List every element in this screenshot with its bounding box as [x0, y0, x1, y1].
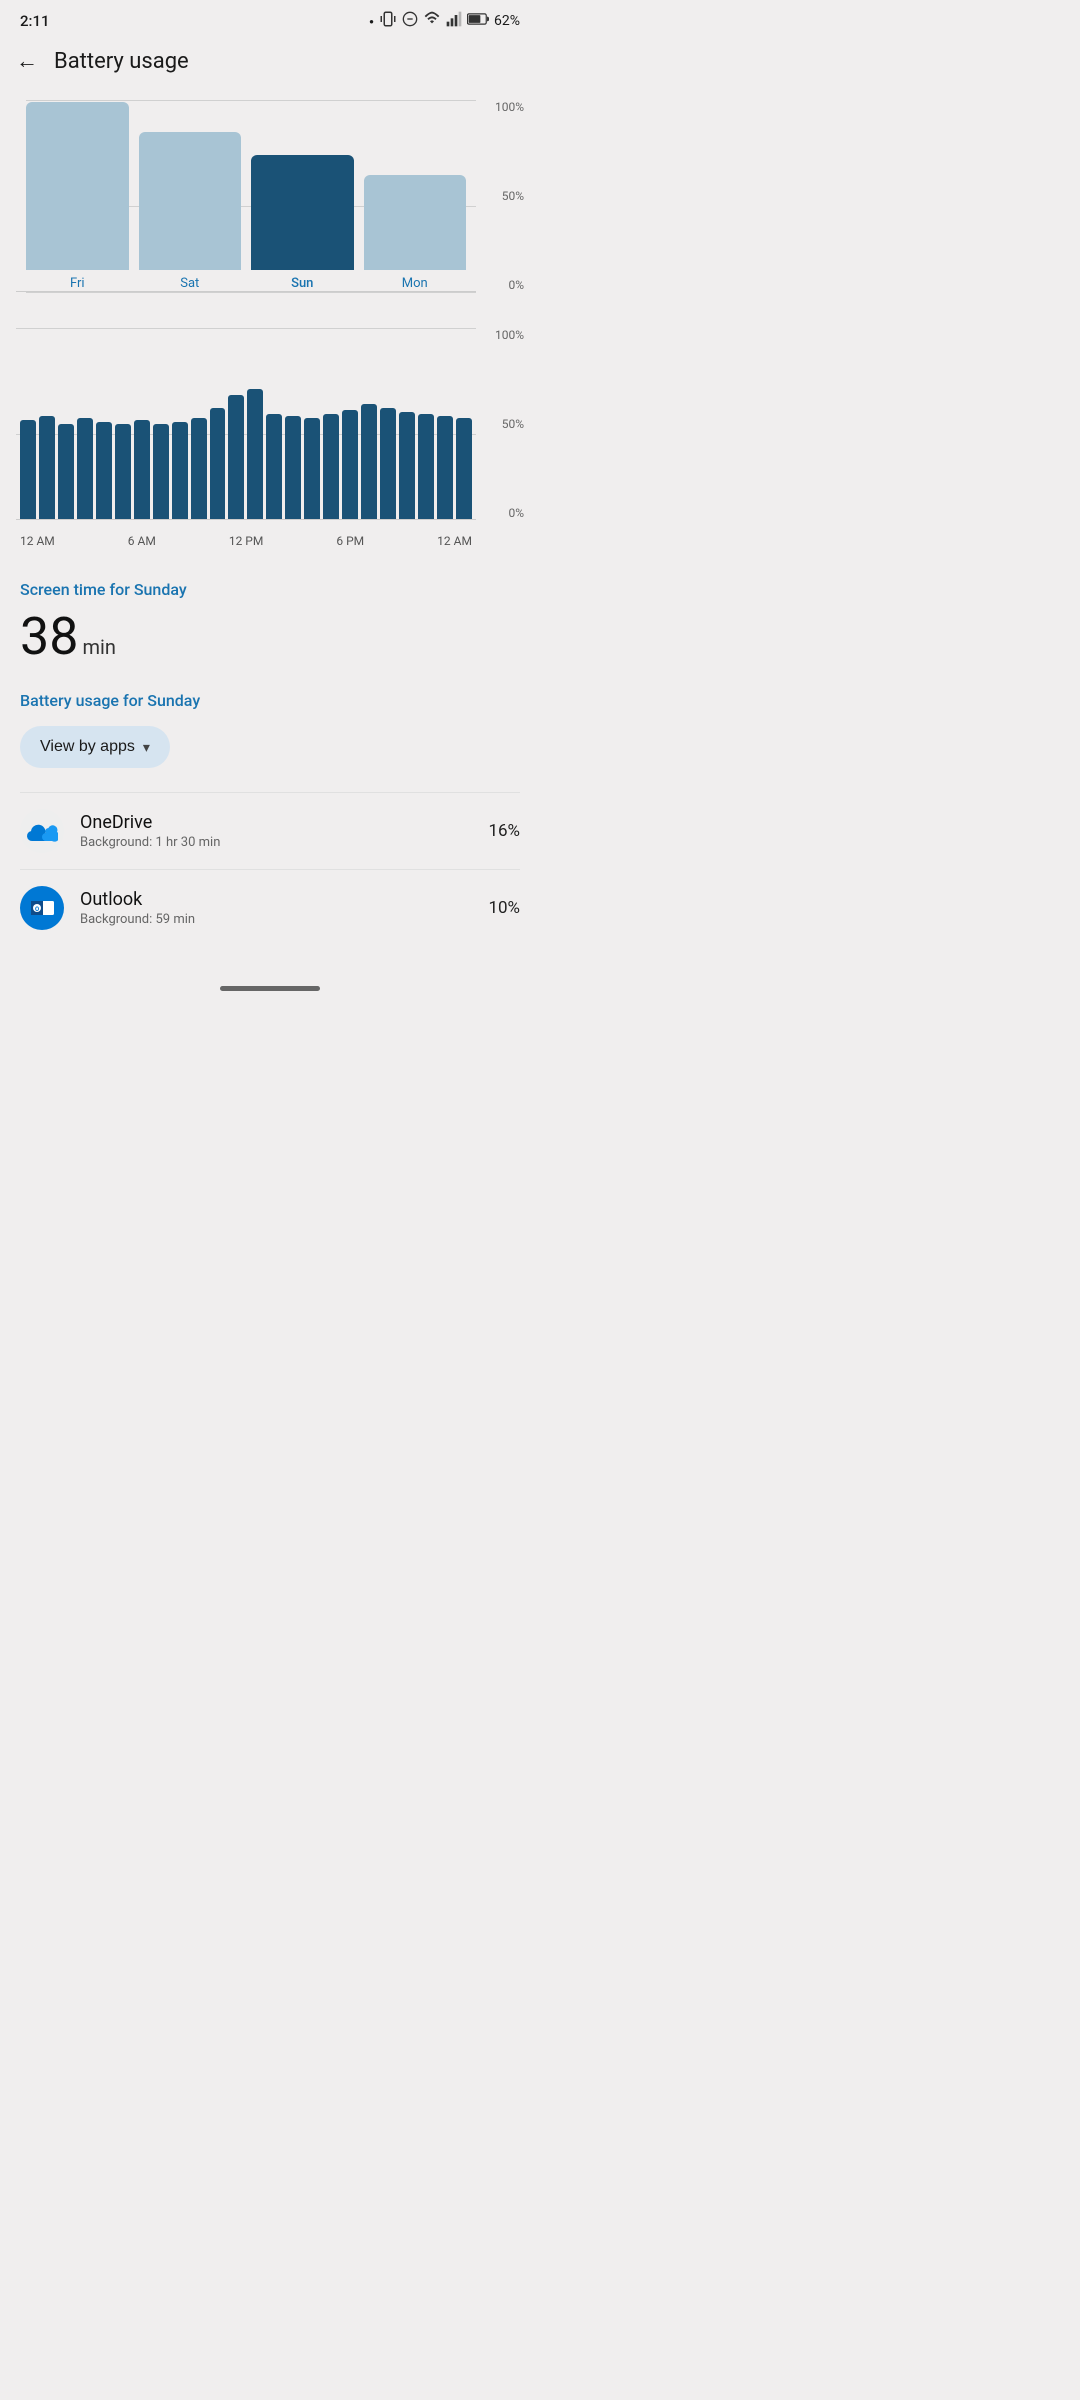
hour-bar-6: [134, 420, 150, 519]
hour-bar-1: [39, 416, 55, 519]
vibrate-icon: [379, 10, 397, 32]
week-bar-group-fri[interactable]: Fri: [26, 100, 129, 291]
signal-icon: [446, 11, 462, 31]
hour-bar-3: [77, 418, 93, 519]
weekly-bars[interactable]: Fri Sat Sun Mon: [16, 100, 476, 292]
charts-section: Fri Sat Sun Mon 100% 50% 0% 12 AM 6 AM 12 P…: [0, 84, 540, 548]
y-label-100: 100%: [495, 100, 524, 114]
screen-time-label: Screen time for Sunday: [20, 580, 520, 599]
view-by-apps-button[interactable]: View by apps ▾: [20, 726, 170, 768]
y-label-50: 50%: [502, 189, 524, 203]
week-bar-group-sat[interactable]: Sat: [139, 100, 242, 291]
dnd-icon: [402, 11, 418, 31]
x-label-12pm: 12 PM: [229, 534, 264, 548]
hour-bar-17: [342, 410, 358, 519]
hourly-y-50: 50%: [502, 417, 524, 431]
stats-section: Screen time for Sunday 38min Battery usa…: [0, 556, 540, 954]
hour-bar-13: [266, 414, 282, 519]
app-list: OneDrive Background: 1 hr 30 min 16% O O…: [20, 792, 520, 946]
screen-time-unit: min: [82, 635, 115, 659]
onedrive-percent: 16%: [488, 821, 520, 841]
hour-bar-16: [323, 414, 339, 519]
hourly-bars[interactable]: [16, 328, 476, 520]
bottom-nav: [0, 974, 540, 999]
screen-time-number: 38: [20, 606, 78, 667]
svg-text:O: O: [35, 906, 39, 913]
hour-bar-10: [210, 408, 226, 519]
battery-usage-label: Battery usage for Sunday: [20, 691, 520, 710]
hourly-x-labels: 12 AM 6 AM 12 PM 6 PM 12 AM: [16, 534, 476, 548]
hour-bar-5: [115, 424, 131, 520]
hour-bar-23: [456, 418, 472, 519]
status-time: 2:11: [20, 12, 50, 30]
week-bar-fri[interactable]: [26, 102, 129, 270]
y-label-0: 0%: [508, 278, 524, 292]
hour-bar-14: [285, 416, 301, 519]
hourly-y-100: 100%: [495, 328, 524, 342]
chevron-down-icon: ▾: [143, 739, 150, 756]
hour-bar-9: [191, 418, 207, 519]
hour-bar-2: [58, 424, 74, 520]
weekly-y-labels: 100% 50% 0%: [495, 100, 524, 292]
hour-bar-22: [437, 416, 453, 519]
view-by-apps-label: View by apps: [40, 738, 135, 756]
week-label-sun: Sun: [291, 276, 313, 291]
onedrive-name: OneDrive: [80, 812, 472, 833]
screen-time-value-row: 38min: [20, 611, 520, 663]
x-label-6am: 6 AM: [128, 534, 156, 548]
status-icons: ●: [369, 10, 520, 32]
nav-indicator: [220, 986, 320, 991]
onedrive-info: OneDrive Background: 1 hr 30 min: [80, 812, 472, 850]
app-item-outlook[interactable]: O Outlook Background: 59 min 10%: [20, 869, 520, 946]
wifi-icon: [423, 11, 441, 31]
outlook-detail: Background: 59 min: [80, 912, 472, 927]
week-bar-sun[interactable]: [251, 155, 354, 270]
hour-bar-11: [228, 395, 244, 519]
hour-bar-19: [380, 408, 396, 519]
x-label-6pm: 6 PM: [336, 534, 364, 548]
onedrive-detail: Background: 1 hr 30 min: [80, 835, 472, 850]
hour-bar-0: [20, 420, 36, 519]
hour-bar-12: [247, 389, 263, 519]
hourly-y-labels: 100% 50% 0%: [495, 328, 524, 520]
week-label-fri: Fri: [70, 276, 85, 291]
week-label-sat: Sat: [180, 276, 199, 291]
outlook-percent: 10%: [488, 898, 520, 918]
page-title: Battery usage: [54, 49, 189, 74]
week-bar-group-mon[interactable]: Mon: [364, 100, 467, 291]
outlook-app-icon: O: [20, 886, 64, 930]
top-bar: ← Battery usage: [0, 38, 540, 84]
status-bar: 2:11 ●: [0, 0, 540, 38]
hour-bar-4: [96, 422, 112, 519]
battery-icon: [467, 12, 489, 30]
hourly-y-0: 0%: [508, 506, 524, 520]
hour-bar-18: [361, 404, 377, 519]
hour-bar-8: [172, 422, 188, 519]
week-bar-mon[interactable]: [364, 175, 467, 271]
hourly-chart[interactable]: 12 AM 6 AM 12 PM 6 PM 12 AM 100% 50% 0%: [16, 328, 524, 548]
week-bar-group-sun[interactable]: Sun: [251, 100, 354, 291]
onedrive-app-icon: [20, 809, 64, 853]
app-item-onedrive[interactable]: OneDrive Background: 1 hr 30 min 16%: [20, 792, 520, 869]
hour-bar-15: [304, 418, 320, 519]
notification-dot-icon: ●: [369, 17, 374, 26]
x-label-12am-start: 12 AM: [20, 534, 55, 548]
weekly-chart[interactable]: Fri Sat Sun Mon 100% 50% 0%: [16, 100, 524, 320]
hour-bar-21: [418, 414, 434, 519]
outlook-name: Outlook: [80, 889, 472, 910]
hour-bar-20: [399, 412, 415, 519]
back-button[interactable]: ←: [16, 48, 38, 74]
week-label-mon: Mon: [402, 276, 428, 291]
hour-bar-7: [153, 424, 169, 520]
week-bar-sat[interactable]: [139, 132, 242, 270]
battery-percent: 62%: [494, 13, 520, 29]
outlook-info: Outlook Background: 59 min: [80, 889, 472, 927]
x-label-12am-end: 12 AM: [437, 534, 472, 548]
